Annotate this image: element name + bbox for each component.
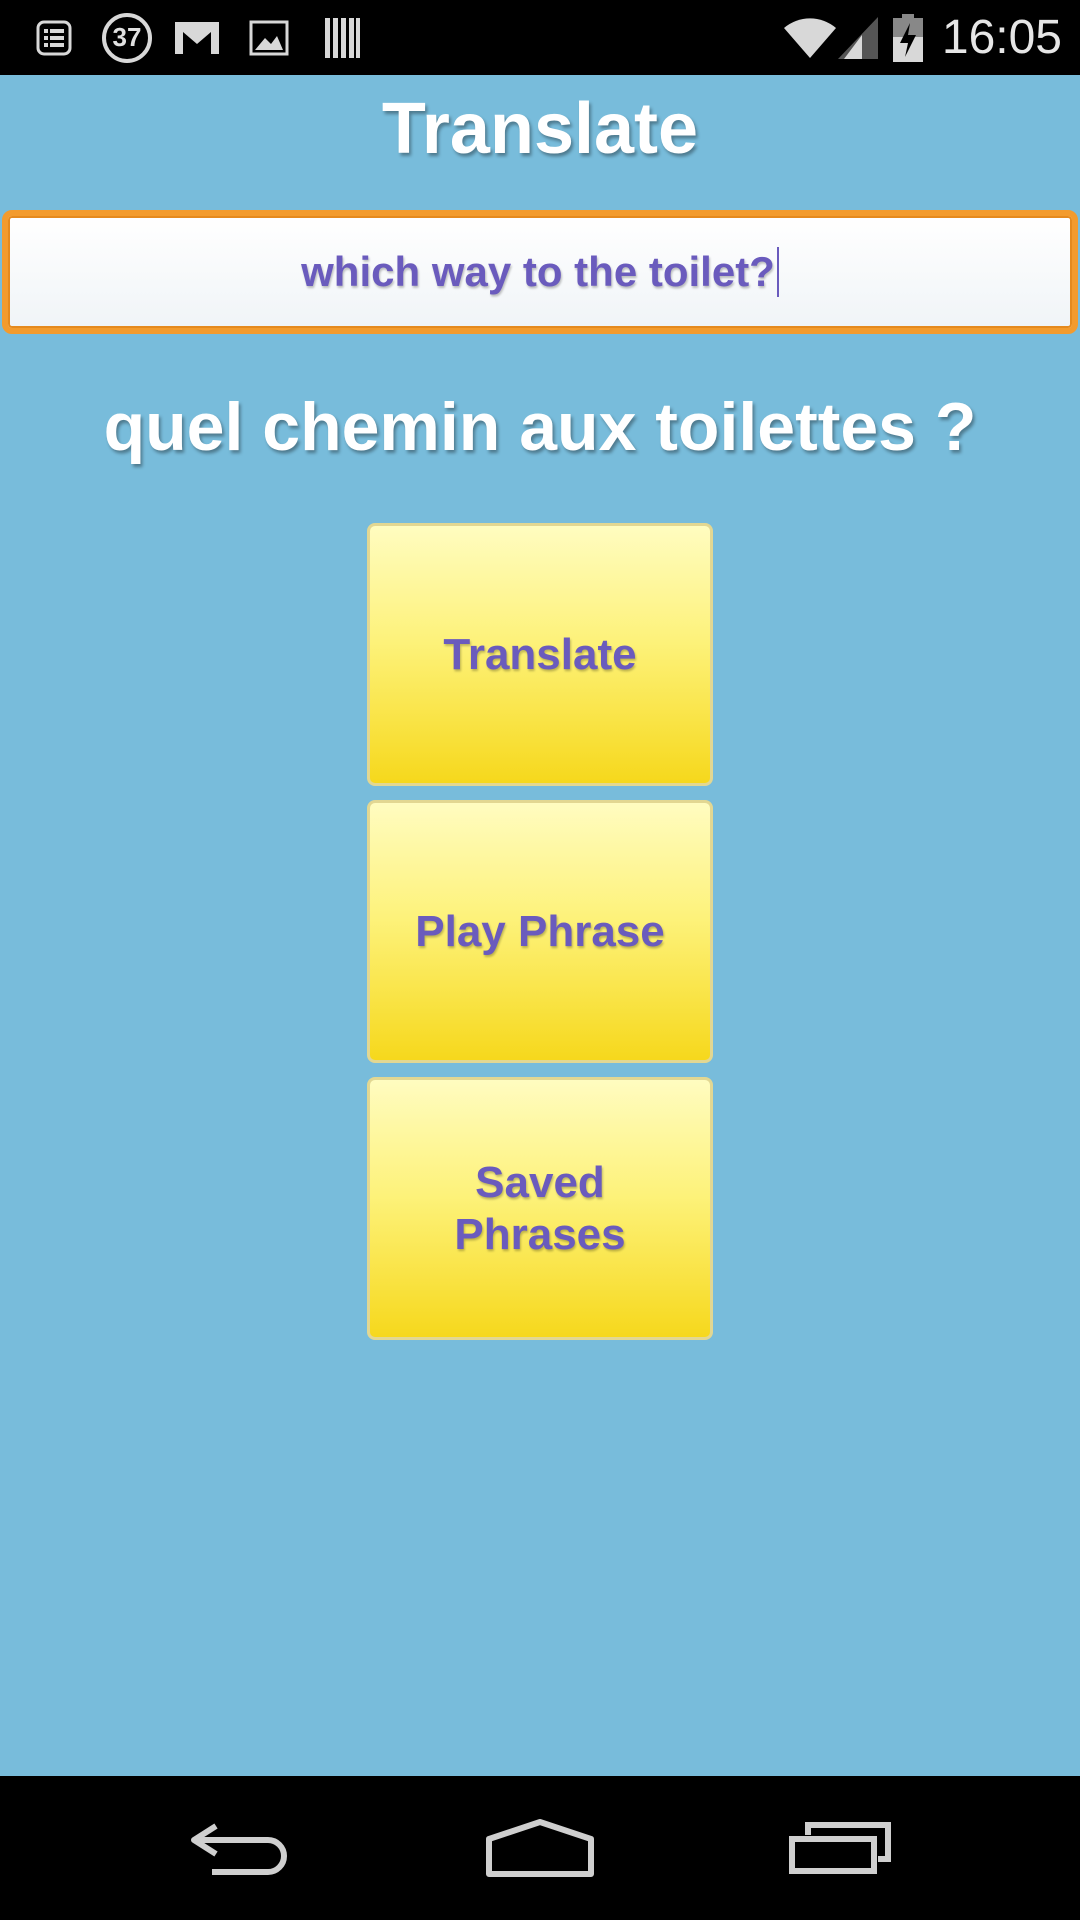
page-title: Translate [381, 89, 699, 169]
text-caret [776, 247, 779, 297]
cell-signal-icon [836, 0, 880, 75]
phrase-input[interactable]: which way to the toilet? [2, 210, 1078, 334]
gmail-icon [172, 0, 222, 75]
image-icon [248, 0, 290, 75]
navigation-bar [0, 1776, 1080, 1920]
translate-button-label: Translate [443, 629, 637, 679]
battery-charging-icon [890, 0, 926, 75]
play-phrase-button-label: Play Phrase [415, 906, 665, 956]
wifi-icon [780, 0, 840, 75]
translate-button[interactable]: Translate [367, 523, 713, 786]
notification-count: 37 [102, 12, 152, 63]
saved-phrases-button[interactable]: Saved Phrases [367, 1077, 713, 1340]
recent-apps-icon[interactable] [740, 1776, 940, 1920]
translation-result: quel chemin aux toilettes ? [103, 389, 977, 465]
home-icon[interactable] [440, 1776, 640, 1920]
back-icon[interactable] [140, 1776, 340, 1920]
saved-phrases-button-label: Saved Phrases [454, 1157, 626, 1259]
play-phrase-button[interactable]: Play Phrase [367, 800, 713, 1063]
status-bar: 37 16:05 [0, 0, 1080, 75]
notification-count-icon: 37 [100, 0, 154, 75]
barcode-icon [322, 0, 362, 75]
task-list-icon [34, 0, 74, 75]
clock: 16:05 [941, 11, 1062, 64]
phrase-input-value: which way to the toilet? [301, 248, 775, 295]
